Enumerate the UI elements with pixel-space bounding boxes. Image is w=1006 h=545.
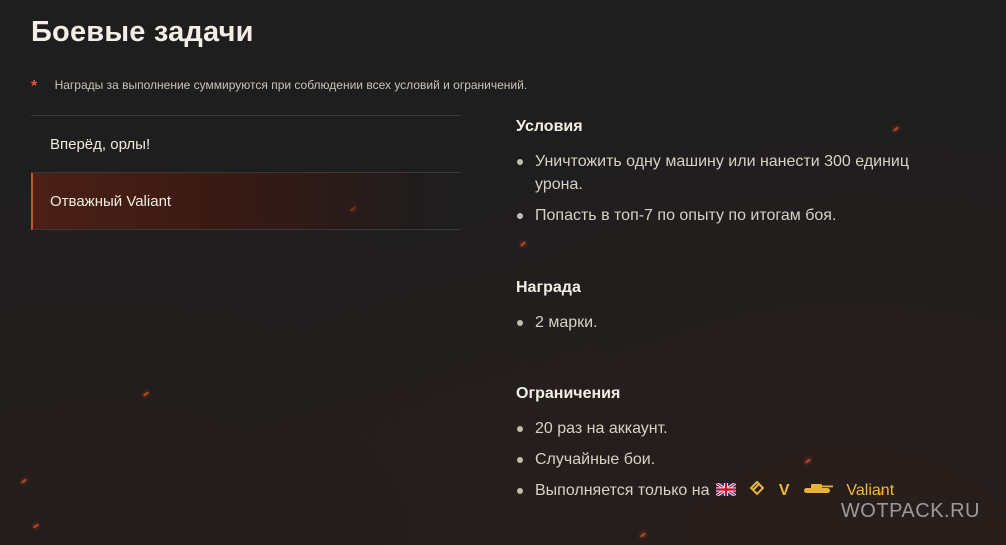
tank-silhouette-icon bbox=[803, 484, 833, 493]
conditions-title: Условия bbox=[516, 118, 583, 135]
list-item: 20 раз на аккаунт. bbox=[516, 417, 894, 440]
spark-decoration bbox=[639, 532, 647, 538]
spark-decoration bbox=[142, 391, 150, 397]
list-item: Уничтожить одну машину или нанести 300 е… bbox=[516, 150, 956, 196]
rewards-note: * Награды за выполнение суммируются при … bbox=[31, 76, 528, 95]
mission-list: Вперёд, орлы! Отважный Valiant bbox=[31, 115, 461, 230]
tank-destroyer-class-icon bbox=[750, 481, 765, 495]
list-item: 2 марки. bbox=[516, 311, 598, 334]
reward-list: 2 марки. bbox=[516, 311, 598, 334]
vehicle-restriction-item: Выполняется только на V Valiant bbox=[516, 479, 894, 502]
spark-decoration bbox=[32, 523, 40, 529]
page-title: Боевые задачи bbox=[31, 16, 254, 48]
vehicle-restriction-prefix: Выполняется только на bbox=[535, 482, 710, 499]
mission-item-otvazhny-valiant[interactable]: Отважный Valiant bbox=[31, 173, 461, 230]
spark-decoration bbox=[519, 241, 527, 247]
mission-item-label: Отважный Valiant bbox=[50, 192, 172, 210]
conditions-section: Условия Уничтожить одну машину или нанес… bbox=[516, 118, 956, 235]
tank-name-link[interactable]: Valiant bbox=[846, 482, 894, 499]
rewards-note-text: Награды за выполнение суммируются при со… bbox=[54, 78, 528, 92]
mission-item-label: Вперёд, орлы! bbox=[50, 135, 151, 153]
limits-title: Ограничения bbox=[516, 385, 621, 402]
reward-section: Награда 2 марки. bbox=[516, 279, 598, 342]
uk-flag-icon bbox=[715, 483, 736, 496]
conditions-list: Уничтожить одну машину или нанести 300 е… bbox=[516, 150, 956, 227]
watermark-logo: WOTPACK.RU bbox=[840, 500, 980, 522]
list-item: Случайные бои. bbox=[516, 448, 894, 471]
reward-title: Награда bbox=[516, 279, 581, 296]
list-item: Попасть в топ-7 по опыту по итогам боя. bbox=[516, 204, 956, 227]
spark-decoration bbox=[20, 478, 28, 484]
tier-label: V bbox=[778, 482, 790, 499]
limits-section: Ограничения 20 раз на аккаунт. Случайные… bbox=[516, 385, 894, 510]
asterisk-icon: * bbox=[31, 78, 38, 95]
mission-item-vperyod-orly[interactable]: Вперёд, орлы! bbox=[31, 116, 461, 173]
limits-list: 20 раз на аккаунт. Случайные бои. Выполн… bbox=[516, 417, 894, 502]
